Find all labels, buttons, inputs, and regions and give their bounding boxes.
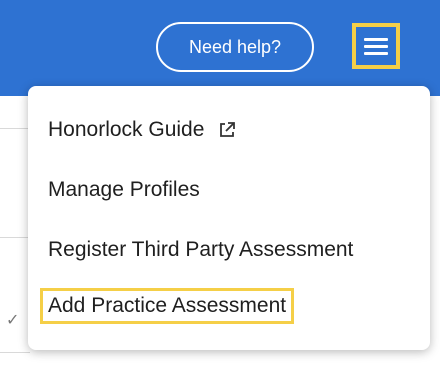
top-bar: Need help? <box>0 0 440 96</box>
hamburger-menu-icon <box>364 34 388 59</box>
need-help-button[interactable]: Need help? <box>156 22 314 72</box>
menu-item-label: Register Third Party Assessment <box>48 238 354 261</box>
external-link-icon <box>220 122 236 138</box>
hamburger-menu-button[interactable] <box>352 23 400 69</box>
menu-item-manage-profiles[interactable]: Manage Profiles <box>40 172 208 208</box>
menu-item-label: Honorlock Guide <box>48 118 205 141</box>
background-divider <box>0 237 30 238</box>
menu-item-label: Add Practice Assessment <box>48 294 287 317</box>
menu-item-label: Manage Profiles <box>48 178 200 201</box>
background-divider <box>0 352 30 353</box>
menu-item-honorlock-guide[interactable]: Honorlock Guide <box>40 112 244 148</box>
menu-item-register-third-party-assessment[interactable]: Register Third Party Assessment <box>40 232 361 268</box>
background-divider <box>0 128 30 129</box>
menu-item-add-practice-assessment[interactable]: Add Practice Assessment <box>40 288 295 324</box>
dropdown-menu: Honorlock Guide Manage Profiles Register… <box>28 86 430 350</box>
checkmark-icon: ✓ <box>6 310 20 329</box>
